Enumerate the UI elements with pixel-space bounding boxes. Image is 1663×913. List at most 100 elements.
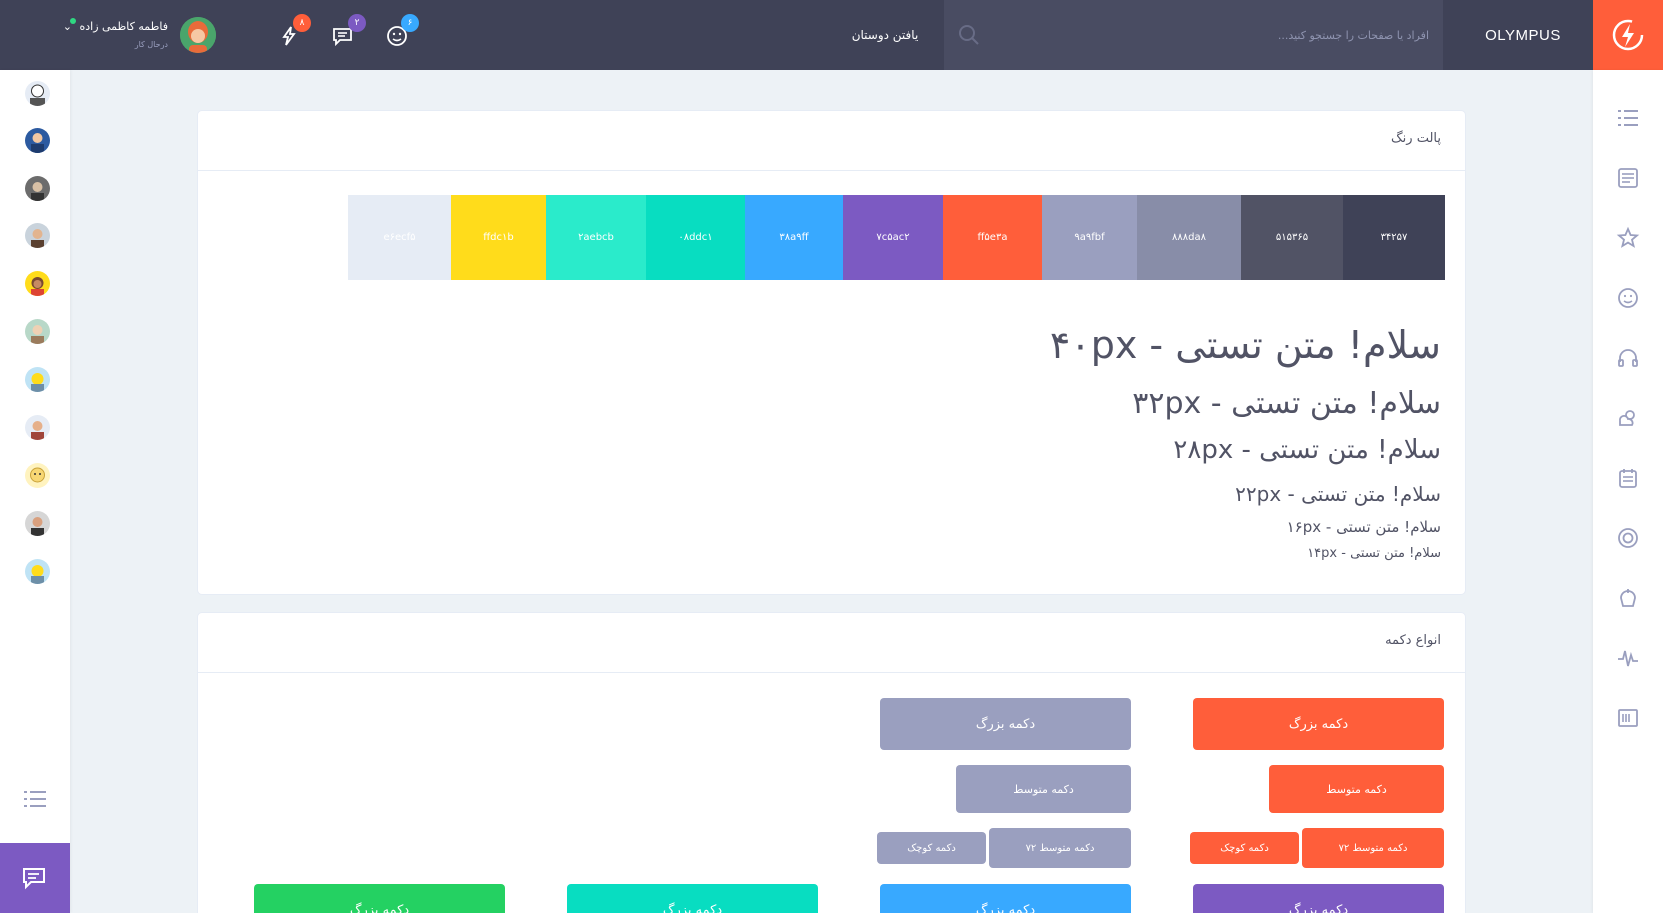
large-button-blue[interactable]: دکمه بزرگ [880,884,1131,913]
avatar-image [31,277,44,296]
target-icon[interactable] [1616,526,1640,550]
swatch-label: ۰۸ddc۱ [678,232,713,243]
friends-badge: ۶ [401,14,419,32]
avatar-image [31,517,44,536]
swatch-e6ecf5: e۶ecf۵ [348,195,451,280]
swatch-label: ffdc۱b [483,232,514,243]
medium72-button-primary[interactable]: دکمه متوسط ۷۲ [1302,828,1444,868]
star-icon[interactable] [1616,226,1640,250]
friend-avatar[interactable] [25,415,50,440]
buttons-card: انواع دکمه دکمه بزرگ دکمه متوسط دکمه متو… [197,612,1466,913]
search-icon[interactable] [958,24,980,46]
avatar-image [31,373,44,392]
small-button-primary[interactable]: دکمه کوچک [1190,832,1299,864]
chevron-down-icon: ⌄ [62,20,72,33]
friend-requests-button[interactable]: ۶ [381,14,419,52]
avatar-image [31,421,44,440]
messages-button[interactable]: ۲ [328,14,366,52]
large-button-primary[interactable]: دکمه بزرگ [1193,698,1444,750]
left-sidebar [0,70,70,913]
type-sample-28: سلام! متن تستی - ۲۸px [1173,435,1441,465]
swatch-label: ff۵e۳a [977,232,1008,243]
medium-button-secondary[interactable]: دکمه متوسط [956,765,1131,813]
swatch-9a9fbf: ۹a۹fbf [1042,195,1137,280]
card-header: پالت رنگ [198,111,1465,171]
open-chat-button[interactable] [0,843,70,913]
search-bar [944,0,1443,70]
swatch-label: ۷c۵ac۲ [876,232,910,243]
large-button-teal[interactable]: دکمه بزرگ [567,884,818,913]
avatar-image [180,17,216,53]
manage-widgets-icon[interactable] [1616,706,1640,730]
newsfeed-icon[interactable] [1616,166,1640,190]
swatch-label: ۲aebcb [578,232,614,243]
messages-badge: ۲ [348,14,366,32]
friend-avatar[interactable] [25,128,50,153]
swatch-ff5e3a: ff۵e۳a [943,195,1042,280]
swatch-label: ۳۸a۹ff [779,232,809,243]
user-name[interactable]: فاطمه کاظمی زاده ⌄ [63,20,168,33]
swatch-08ddc1: ۰۸ddc۱ [646,195,745,280]
type-sample-40: سلام! متن تستی - ۴۰px [1049,323,1441,367]
right-sidebar [1593,70,1663,913]
friend-avatar[interactable] [25,511,50,536]
top-header: OLYMPUS یافتن دوستان ۶ ۲ ۸ ف [0,0,1663,70]
activity-icon[interactable] [1616,646,1640,670]
avatar-image [31,229,44,248]
menu-icon[interactable] [24,790,46,808]
card-title: انواع دکمه [1385,633,1441,648]
swatch-888da8: ۸۸۸da۸ [1137,195,1241,280]
card-header: انواع دکمه [198,613,1465,673]
large-button-green[interactable]: دکمه بزرگ [254,884,505,913]
menu-icon[interactable] [1616,106,1640,130]
swatch-label: ۸۸۸da۸ [1172,232,1206,243]
avatar-image [31,133,44,153]
type-sample-14: سلام! متن تستی - ۱۴px [1307,546,1441,561]
swatch-2aebcb: ۲aebcb [546,195,646,280]
friend-avatar[interactable] [25,271,50,296]
avatar-image [31,182,44,201]
palette-card: پالت رنگ e۶ecf۵ ffdc۱b ۲aebcb ۰۸ddc۱ ۳۸a… [197,110,1466,595]
type-sample-16: سلام! متن تستی - ۱۶px [1286,518,1441,536]
lightning-logo-icon [1612,19,1644,51]
swatch-label: e۶ecf۵ [383,232,416,243]
brand-name[interactable]: OLYMPUS [1453,0,1593,70]
friend-avatar[interactable] [25,223,50,248]
friend-avatar[interactable] [25,559,50,584]
headphones-icon[interactable] [1616,346,1640,370]
swatch-ffdc1b: ffdc۱b [451,195,546,280]
swatch-label: ۵۱۵۳۶۵ [1275,232,1309,243]
swatch-38a9ff: ۳۸a۹ff [745,195,843,280]
friend-avatar[interactable] [25,81,50,106]
large-button-secondary[interactable]: دکمه بزرگ [880,698,1131,750]
find-friends-link[interactable]: یافتن دوستان [830,0,940,70]
brand-logo[interactable] [1593,0,1663,70]
user-profile[interactable]: فاطمه کاظمی زاده ⌄ درحال کار [63,16,226,56]
friend-avatar[interactable] [25,176,50,201]
weather-icon[interactable] [1616,406,1640,430]
user-status: درحال کار [134,40,168,49]
friend-avatar[interactable] [25,367,50,392]
notifications-badge: ۸ [293,14,311,32]
type-sample-22: سلام! متن تستی - ۲۲px [1235,482,1441,506]
notifications-button[interactable]: ۸ [273,14,311,52]
friend-avatar[interactable] [25,463,50,488]
swatch-label: ۳۴۲۵۷ [1380,232,1408,243]
swatch-3f4257: ۳۴۲۵۷ [1343,195,1445,280]
large-button-purple[interactable]: دکمه بزرگ [1193,884,1444,913]
cupcake-icon[interactable] [1616,586,1640,610]
medium-button-primary[interactable]: دکمه متوسط [1269,765,1444,813]
avatar-image [30,467,45,483]
swatch-515365: ۵۱۵۳۶۵ [1241,195,1343,280]
avatar[interactable] [180,17,216,53]
calendar-icon[interactable] [1616,466,1640,490]
avatar-image [31,565,44,584]
happy-face-icon[interactable] [1616,286,1640,310]
card-title: پالت رنگ [1391,131,1441,146]
medium72-button-secondary[interactable]: دکمه متوسط ۷۲ [989,828,1131,868]
swatch-label: ۹a۹fbf [1074,232,1105,243]
friend-avatar[interactable] [25,319,50,344]
search-input[interactable] [1009,22,1429,48]
small-button-secondary[interactable]: دکمه کوچک [877,832,986,864]
chat-icon [23,868,45,890]
